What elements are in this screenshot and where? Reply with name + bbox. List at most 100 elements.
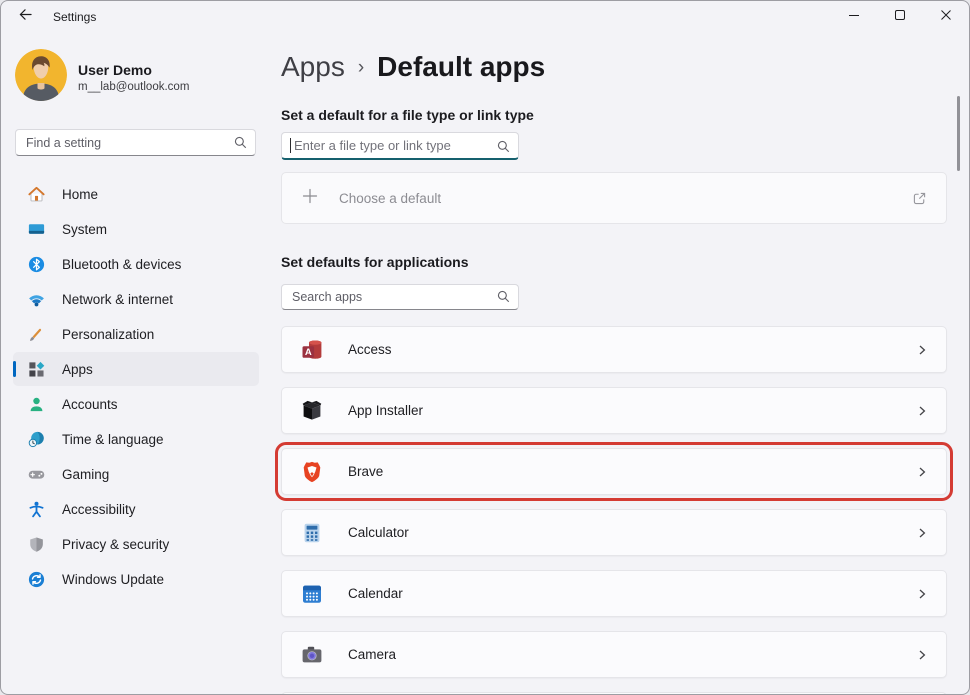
sidebar-item-label: Accessibility [62,502,136,517]
search-icon [496,139,511,154]
sidebar-item-network-internet[interactable]: Network & internet [13,282,259,316]
shield-icon [27,535,46,554]
calculator-icon [300,521,324,545]
sidebar-item-label: Gaming [62,467,109,482]
gamepad-icon [27,465,46,484]
main-content: Apps › Default apps Set a default for a … [271,33,969,695]
person-icon [27,395,46,414]
user-profile[interactable]: User Demo m__lab@outlook.com [15,49,271,106]
sidebar-item-label: System [62,222,107,237]
back-arrow-icon [17,6,34,28]
brave-icon [300,460,324,484]
app-row-brave[interactable]: Brave [281,448,947,495]
app-name: Access [348,342,392,357]
titlebar: Settings [1,1,969,33]
close-icon [940,8,952,26]
sidebar-item-system[interactable]: System [13,212,259,246]
sidebar-item-label: Apps [62,362,93,377]
profile-name: User Demo [78,62,189,78]
home-icon [27,185,46,204]
app-name: Calendar [348,586,403,601]
sidebar: User Demo m__lab@outlook.com Home [1,33,271,695]
sidebar-item-personalization[interactable]: Personalization [13,317,259,351]
file-type-section-label: Set a default for a file type or link ty… [281,107,947,123]
app-name: Calculator [348,525,409,540]
sidebar-item-label: Network & internet [62,292,173,307]
page-title: Default apps [377,50,545,84]
sidebar-item-label: Time & language [62,432,164,447]
app-row-camera[interactable]: Camera [281,631,947,678]
app-name: Camera [348,647,396,662]
camera-icon [300,643,324,667]
sidebar-nav: Home System Bluetooth & devices [1,177,271,596]
choose-default-label: Choose a default [339,191,441,206]
window-title: Settings [53,10,96,24]
text-caret [290,138,291,153]
app-list: A Access App Installer [281,326,947,695]
apps-icon [27,360,46,379]
file-type-input-box [281,132,519,160]
sidebar-item-home[interactable]: Home [13,177,259,211]
app-row-calculator[interactable]: Calculator [281,509,947,556]
maximize-button[interactable] [877,1,923,33]
chevron-right-icon [916,527,928,539]
wifi-icon [27,290,46,309]
app-row-access[interactable]: A Access [281,326,947,373]
apps-section-label: Set defaults for applications [281,254,947,270]
file-type-input[interactable] [281,132,519,160]
open-new-window-icon [911,190,928,207]
search-icon [496,289,511,304]
bluetooth-icon [27,255,46,274]
sidebar-item-apps[interactable]: Apps [13,352,259,386]
avatar [15,49,67,106]
app-name: Brave [348,464,383,479]
svg-text:A: A [305,347,312,358]
sidebar-item-label: Accounts [62,397,118,412]
app-row-calendar[interactable]: Calendar [281,570,947,617]
sidebar-item-label: Home [62,187,98,202]
close-button[interactable] [923,1,969,33]
access-icon: A [300,338,324,362]
sidebar-item-accounts[interactable]: Accounts [13,387,259,421]
find-setting-input[interactable] [15,129,256,156]
scrollbar-thumb[interactable] [957,96,960,171]
settings-window: Settings [0,0,970,695]
refresh-icon [27,570,46,589]
app-name: App Installer [348,403,423,418]
sidebar-item-bluetooth-devices[interactable]: Bluetooth & devices [13,247,259,281]
chevron-right-icon [916,466,928,478]
breadcrumb-chevron-icon: › [358,49,364,85]
sidebar-item-label: Windows Update [62,572,164,587]
sidebar-item-windows-update[interactable]: Windows Update [13,562,259,596]
app-installer-icon [300,399,324,423]
accessibility-person-icon [27,500,46,519]
breadcrumb: Apps › Default apps [281,49,947,85]
chevron-right-icon [916,588,928,600]
sidebar-item-privacy-security[interactable]: Privacy & security [13,527,259,561]
chevron-right-icon [916,344,928,356]
back-button[interactable] [9,3,41,31]
search-icon [233,135,248,150]
sidebar-item-time-language[interactable]: Time & language [13,422,259,456]
sidebar-item-gaming[interactable]: Gaming [13,457,259,491]
app-row-app-installer[interactable]: App Installer [281,387,947,434]
sidebar-item-label: Bluetooth & devices [62,257,181,272]
plus-icon [300,186,320,211]
globe-clock-icon [27,430,46,449]
maximize-icon [894,8,906,26]
search-apps-input[interactable] [281,284,519,310]
breadcrumb-apps[interactable]: Apps [281,50,345,84]
search-apps-box [281,284,519,310]
minimize-icon [848,8,860,26]
sidebar-item-accessibility[interactable]: Accessibility [13,492,259,526]
profile-text: User Demo m__lab@outlook.com [78,62,189,93]
chevron-right-icon [916,405,928,417]
chevron-right-icon [916,649,928,661]
choose-default-card[interactable]: Choose a default [281,172,947,224]
paintbrush-icon [27,325,46,344]
minimize-button[interactable] [831,1,877,33]
sidebar-search [15,129,256,156]
sidebar-item-label: Personalization [62,327,154,342]
calendar-icon [300,582,324,606]
sidebar-item-label: Privacy & security [62,537,169,552]
